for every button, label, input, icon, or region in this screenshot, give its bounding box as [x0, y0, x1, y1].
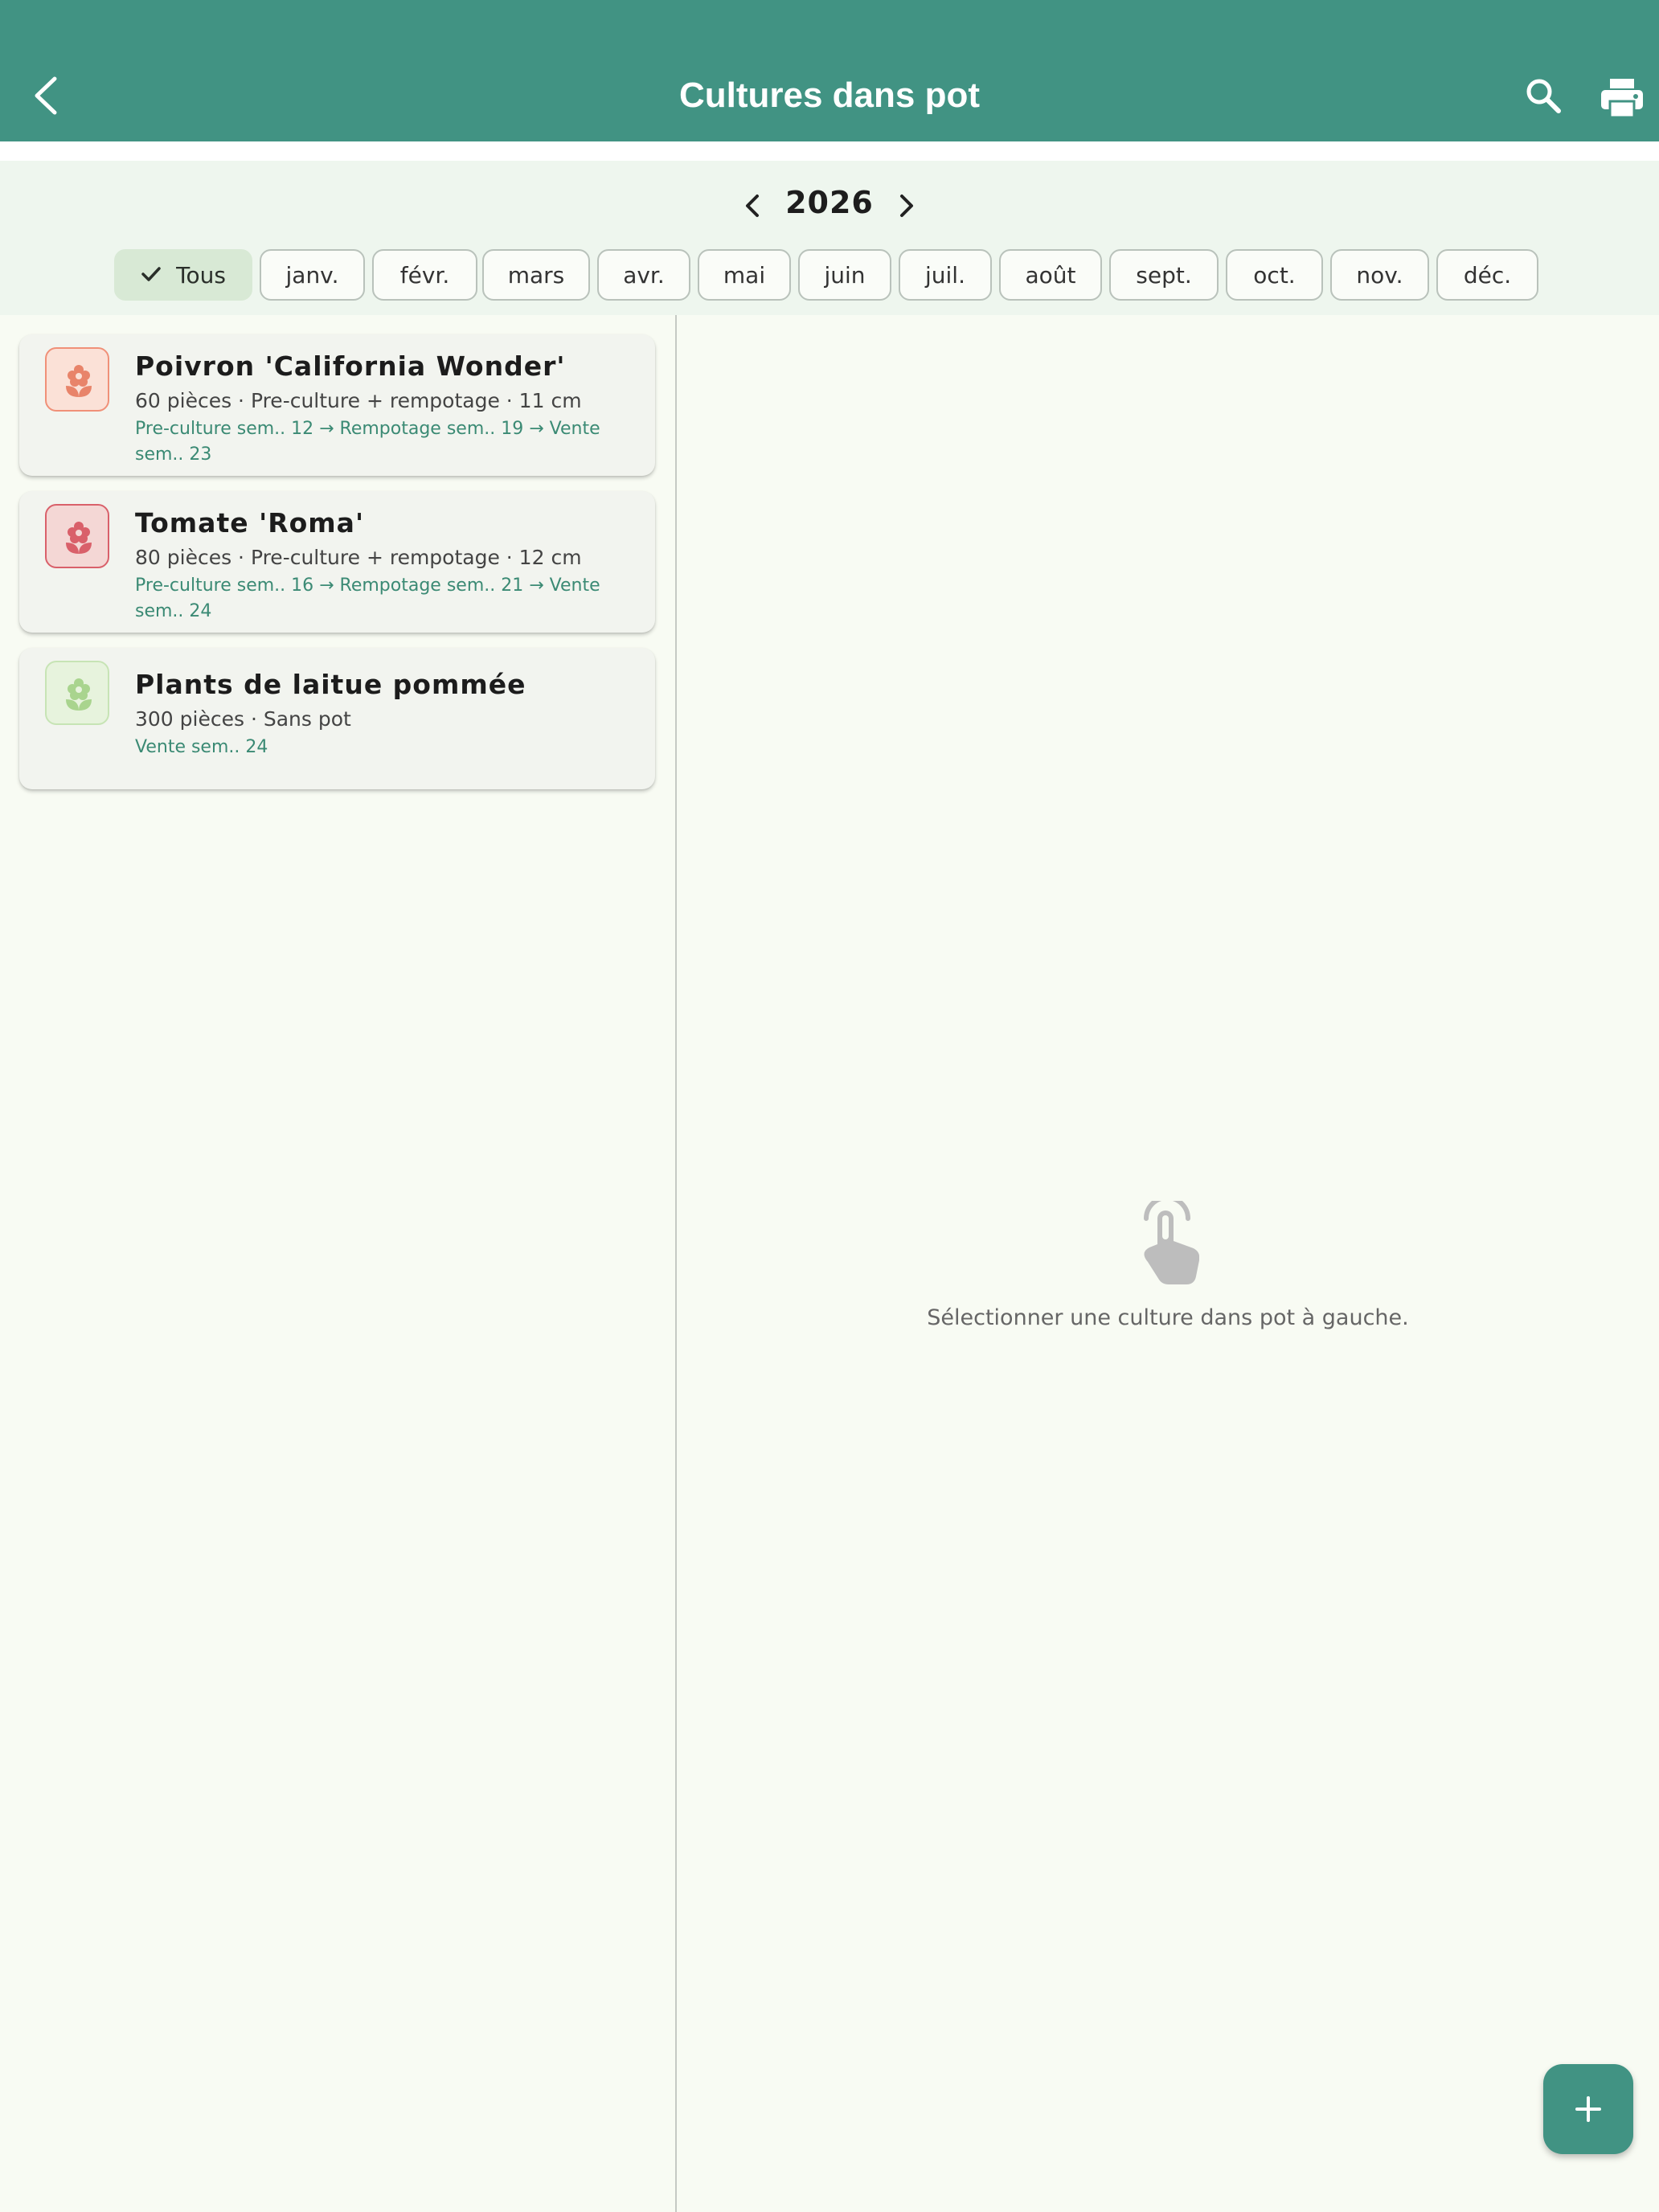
print-icon: [1601, 79, 1643, 119]
culture-meta: 60 pièces · Pre-culture + rempotage · 11…: [135, 389, 582, 412]
culture-thumbnail: [45, 661, 109, 725]
culture-thumbnail: [45, 347, 109, 412]
flower-icon: [66, 365, 92, 397]
search-button[interactable]: [1522, 74, 1567, 119]
culture-card[interactable]: Poivron 'California Wonder' 60 pièces · …: [19, 334, 655, 476]
chip-label: juil.: [925, 262, 965, 289]
culture-schedule: Pre-culture sem.. 12 → Rempotage sem.. 1…: [135, 419, 600, 465]
touch-icon: [1144, 1201, 1199, 1284]
empty-state-message: Sélectionner une culture dans pot à gauc…: [927, 1305, 1409, 1330]
chip-sept[interactable]: sept.: [1109, 249, 1219, 301]
chip-label: mai: [723, 262, 766, 289]
culture-name: Plants de laitue pommée: [135, 669, 526, 700]
culture-meta: 80 pièces · Pre-culture + rempotage · 12…: [135, 546, 582, 569]
chip-tous[interactable]: Tous: [114, 249, 252, 301]
chip-fevr[interactable]: févr.: [372, 249, 477, 301]
chevron-right-icon: [900, 195, 913, 217]
chip-label: nov.: [1356, 262, 1403, 289]
culture-name: Poivron 'California Wonder': [135, 350, 566, 382]
app-bar: Cultures dans pot: [0, 0, 1659, 141]
chip-label: janv.: [285, 262, 339, 289]
chip-label: mars: [507, 262, 565, 289]
flower-icon: [66, 522, 92, 554]
culture-meta: 300 pièces · Sans pot: [135, 707, 351, 731]
chip-label: févr.: [399, 262, 450, 289]
chip-mars[interactable]: mars: [482, 249, 590, 301]
next-year-button[interactable]: [892, 190, 921, 222]
plus-icon: [1575, 2096, 1601, 2122]
chip-nov[interactable]: nov.: [1330, 249, 1429, 301]
chip-juil[interactable]: juil.: [899, 249, 992, 301]
print-button[interactable]: [1598, 74, 1646, 122]
chip-dec[interactable]: déc.: [1436, 249, 1538, 301]
panel-divider: [675, 315, 677, 2212]
search-icon: [1526, 79, 1561, 113]
culture-schedule: Vente sem.. 24: [135, 737, 268, 757]
appbar-spacer: [0, 141, 1659, 161]
culture-list: Poivron 'California Wonder' 60 pièces · …: [0, 315, 675, 2212]
chip-oct[interactable]: oct.: [1226, 249, 1323, 301]
chip-mai[interactable]: mai: [698, 249, 791, 301]
previous-year-button[interactable]: [738, 190, 767, 222]
flower-icon: [66, 678, 92, 711]
chip-aout[interactable]: août: [999, 249, 1102, 301]
page-title: Cultures dans pot: [678, 76, 981, 115]
chip-label: Tous: [176, 262, 226, 289]
chevron-left-icon: [746, 195, 759, 217]
chip-juin[interactable]: juin: [798, 249, 891, 301]
chip-janv[interactable]: janv.: [260, 249, 365, 301]
culture-card[interactable]: Plants de laitue pommée 300 pièces · San…: [19, 648, 655, 789]
chip-label: oct.: [1253, 262, 1296, 289]
year-label: 2026: [785, 185, 874, 220]
chip-label: avr.: [623, 262, 665, 289]
culture-thumbnail: [45, 504, 109, 568]
chip-label: juin: [824, 262, 866, 289]
culture-schedule: Pre-culture sem.. 16 → Rempotage sem.. 2…: [135, 576, 600, 621]
culture-name: Tomate 'Roma': [135, 507, 365, 539]
chip-avr[interactable]: avr.: [597, 249, 690, 301]
chip-label: août: [1025, 262, 1076, 289]
check-icon: [141, 267, 161, 281]
culture-card[interactable]: Tomate 'Roma' 80 pièces · Pre-culture + …: [19, 491, 655, 633]
month-filter-chips: Tous janv. févr. mars avr. mai juin juil…: [0, 249, 1659, 304]
chip-label: déc.: [1463, 262, 1512, 289]
add-culture-button[interactable]: [1543, 2064, 1633, 2154]
chip-label: sept.: [1136, 262, 1192, 289]
